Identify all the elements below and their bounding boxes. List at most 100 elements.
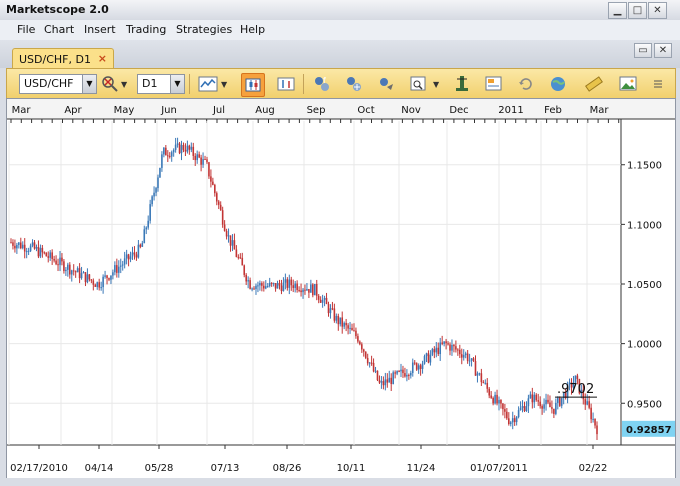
minimize-icon[interactable]: ▁ [608, 2, 627, 19]
candle-body [478, 373, 481, 375]
candle-body [39, 247, 42, 257]
candle-body [147, 220, 149, 228]
menu-chart[interactable]: Chart [44, 23, 74, 36]
instrument-select[interactable]: USD/CHF ▼ [19, 74, 97, 94]
zoom-icon[interactable] [407, 73, 429, 95]
candle-body [70, 270, 73, 275]
candle-body [121, 264, 124, 266]
app-title: Marketscope 2.0 [6, 3, 109, 16]
candle-body [398, 370, 400, 372]
candle-body [596, 425, 598, 435]
candle-body [168, 155, 171, 157]
candle-body [94, 284, 97, 287]
magnifier-x-icon[interactable] [99, 73, 121, 95]
candle-body [308, 289, 310, 293]
candle-body [102, 276, 104, 288]
candle-body [100, 287, 102, 289]
candle-body [163, 147, 165, 155]
price-chart[interactable]: Mar Apr May Jun Jul Aug Sep Oct Nov Dec 2011 Feb Mar… [6, 98, 676, 480]
bars-icon[interactable] [275, 73, 297, 95]
close-icon[interactable]: ✕ [648, 2, 667, 19]
candle-body [339, 317, 342, 325]
candle-body [229, 235, 232, 246]
ruler-icon[interactable] [583, 73, 605, 95]
candle-body [67, 264, 69, 270]
signal-icon[interactable] [375, 73, 397, 95]
candle-body [72, 270, 75, 272]
indicator-icon[interactable]: f [311, 73, 333, 95]
more-icon[interactable] [651, 73, 665, 95]
candle-body [372, 362, 375, 372]
candle-body [110, 275, 112, 280]
globe-icon[interactable] [547, 73, 569, 95]
candle-body [221, 210, 224, 225]
menu-strategies[interactable]: Strategies [176, 23, 232, 36]
candle-body [49, 252, 51, 258]
cursor-icon[interactable] [451, 73, 473, 95]
line-style-icon[interactable] [197, 73, 219, 95]
candle-body [298, 289, 300, 291]
tab-usdchf-d1[interactable]: USD/CHF, D1 × [12, 48, 114, 69]
candle-body [284, 279, 287, 283]
month-label: May [114, 105, 135, 116]
candle-body [166, 155, 169, 157]
menu-bar: File Chart Insert Trading Strategies Hel… [0, 20, 680, 41]
month-label: Nov [401, 105, 421, 116]
candle-body [296, 283, 298, 290]
candle-body [323, 297, 326, 300]
candle-body [149, 204, 151, 221]
candle-body [431, 349, 434, 355]
menu-help[interactable]: Help [240, 23, 265, 36]
candle-body [460, 354, 463, 358]
indicator-add-icon[interactable] [343, 73, 365, 95]
candle-body [227, 235, 230, 237]
tab-close-icon[interactable]: × [98, 52, 107, 65]
menu-file[interactable]: File [17, 23, 35, 36]
candle-body [494, 394, 496, 404]
candle-body [41, 247, 44, 253]
template-icon[interactable] [483, 73, 505, 95]
chart-close-icon[interactable]: ✕ [654, 43, 672, 58]
candle-body [421, 363, 424, 369]
candle-body [61, 257, 63, 262]
line-style-dropdown-icon[interactable]: ▼ [221, 80, 227, 89]
candle-body [343, 322, 345, 327]
candle-body [243, 265, 246, 275]
candle-body [474, 361, 477, 376]
maximize-icon[interactable]: □ [628, 2, 647, 19]
chart-canvas[interactable]: Mar Apr May Jun Jul Aug Sep Oct Nov Dec 2011 Feb Mar… [7, 99, 675, 479]
timeframe-select[interactable]: D1 ▼ [137, 74, 185, 94]
candle-body [288, 279, 291, 288]
magnifier-dropdown-icon[interactable]: ▼ [121, 80, 127, 89]
candle-body [380, 381, 383, 383]
candles-icon[interactable] [241, 73, 265, 97]
candle-body [104, 275, 106, 277]
menu-trading[interactable]: Trading [126, 23, 166, 36]
candle-body [129, 256, 132, 260]
candle-body [53, 258, 55, 261]
refresh-icon[interactable] [515, 73, 537, 95]
candle-body [59, 257, 61, 265]
date-axis-label: 05/28 [145, 463, 174, 474]
screenshot-icon[interactable] [617, 73, 639, 95]
candle-body [535, 394, 538, 401]
candle-body [253, 288, 255, 290]
candle-body [451, 344, 453, 351]
candle-body [315, 283, 318, 296]
price-axis-label: 1.1500 [627, 161, 662, 172]
candle-body [408, 374, 410, 376]
toolbar-separator [189, 74, 190, 94]
menu-insert[interactable]: Insert [84, 23, 116, 36]
candle-body [539, 401, 541, 407]
candle-body [178, 143, 181, 154]
month-label: Sep [307, 105, 326, 116]
candle-body [125, 254, 128, 259]
candle-body [225, 230, 228, 237]
chart-minimize-icon[interactable]: ▭ [634, 43, 652, 58]
candle-body [23, 244, 26, 252]
candle-body [165, 147, 167, 156]
zoom-dropdown-icon[interactable]: ▼ [433, 80, 439, 89]
candle-body [406, 374, 408, 377]
candle-body [447, 343, 449, 345]
candle-body [194, 155, 197, 161]
